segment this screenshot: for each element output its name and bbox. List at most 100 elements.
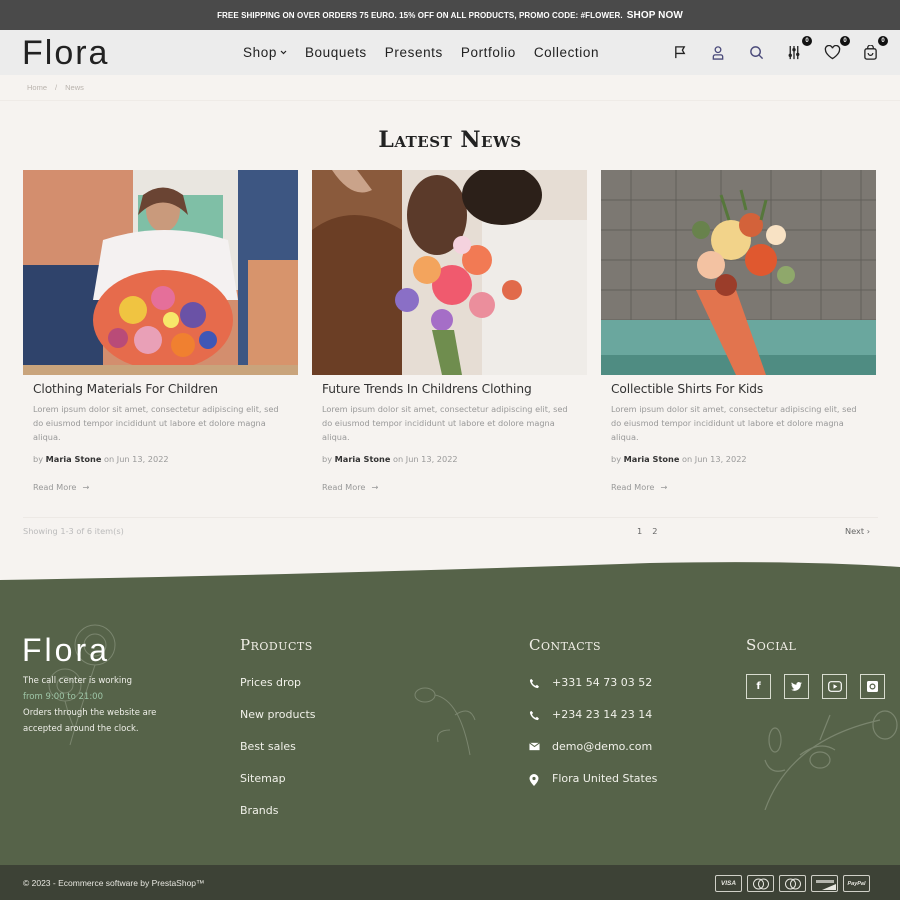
news-excerpt: Lorem ipsum dolor sit amet, consectetur …: [322, 404, 568, 442]
footer-link-prices-drop[interactable]: Prices drop: [240, 676, 301, 689]
footer-wave: [0, 562, 900, 595]
news-meta: by Maria Stone on Jun 13, 2022: [611, 454, 866, 464]
cart-icon: [863, 44, 877, 60]
news-meta: by Maria Stone on Jun 13, 2022: [33, 454, 288, 464]
twitter-button[interactable]: [784, 674, 809, 699]
floral-decoration-icon: [414, 687, 476, 756]
nav-presents[interactable]: Presents: [385, 45, 443, 60]
read-more-label: Read More: [322, 482, 366, 492]
nav-collection[interactable]: Collection: [534, 45, 599, 60]
breadcrumb: Home / News: [0, 75, 900, 101]
news-author: Maria Stone: [45, 454, 102, 464]
facebook-button[interactable]: f: [746, 674, 771, 699]
read-more-link[interactable]: Read More →: [33, 482, 89, 492]
shop-now-link[interactable]: SHOP NOW: [627, 10, 683, 21]
footer-logo[interactable]: Flora: [22, 632, 110, 669]
site-header: Flora Shop Bouquets Presents Portfolio C…: [0, 30, 900, 75]
news-date: on Jun 13, 2022: [681, 454, 747, 464]
footer-link-best-sales[interactable]: Best sales: [240, 740, 296, 753]
discover-icon: [811, 875, 838, 892]
contact-item: +234 23 14 23 14: [529, 708, 657, 740]
mail-icon: [529, 740, 540, 772]
wishlist-button[interactable]: 0: [822, 35, 850, 63]
news-meta: by Maria Stone on Jun 13, 2022: [322, 454, 577, 464]
footer-about: The call center is working from 9:00 to …: [23, 673, 163, 737]
chevron-down-icon: [280, 48, 287, 57]
news-image[interactable]: [23, 170, 298, 375]
copyright-text: © 2023 - Ecommerce software by PrestaSho…: [23, 877, 205, 888]
compare-count-badge: 0: [802, 35, 812, 46]
nav-shop[interactable]: Shop: [243, 45, 287, 60]
contact-email[interactable]: demo@demo.com: [552, 740, 652, 772]
instagram-icon: [867, 681, 878, 692]
promo-message: FREE SHIPPING ON OVER ORDERS 75 EURO. 15…: [217, 10, 623, 20]
about-hours: from 9:00 to 21:00: [23, 692, 104, 702]
news-author: Maria Stone: [623, 454, 680, 464]
news-list: Clothing Materials For Children Lorem ip…: [23, 170, 876, 494]
nav-bouquets[interactable]: Bouquets: [305, 45, 367, 60]
payment-methods: VISA PayPal: [715, 875, 870, 892]
contact-phone-1[interactable]: +331 54 73 03 52: [552, 676, 652, 708]
cart-count-badge: 0: [878, 35, 888, 46]
breadcrumb-current: News: [65, 83, 84, 92]
news-title[interactable]: Future Trends In Childrens Clothing: [322, 382, 577, 396]
news-title[interactable]: Collectible Shirts For Kids: [611, 382, 866, 396]
chevron-right-icon: ›: [866, 526, 870, 536]
pagination: Showing 1-3 of 6 item(s) 1 2 Next ›: [23, 524, 870, 538]
next-page-button[interactable]: Next ›: [845, 526, 870, 536]
footer-link-new-products[interactable]: New products: [240, 708, 316, 721]
products-links: Prices drop New products Best sales Site…: [240, 676, 316, 836]
divider: [23, 517, 878, 518]
social-heading: Social: [746, 636, 797, 654]
user-icon: [712, 46, 724, 60]
breadcrumb-separator: /: [55, 83, 58, 92]
page-link-2[interactable]: 2: [652, 526, 657, 536]
youtube-button[interactable]: [822, 674, 847, 699]
breadcrumb-home[interactable]: Home: [27, 83, 47, 92]
news-image[interactable]: [312, 170, 587, 375]
site-footer: Flora The call center is working from 9:…: [0, 590, 900, 865]
location-icon: [529, 772, 540, 804]
compare-button[interactable]: 0: [784, 35, 812, 63]
news-image[interactable]: [601, 170, 876, 375]
page-title: Latest News: [378, 127, 522, 153]
read-more-link[interactable]: Read More →: [322, 482, 378, 492]
news-date: on Jun 13, 2022: [103, 454, 169, 464]
news-excerpt: Lorem ipsum dolor sit amet, consectetur …: [33, 404, 279, 442]
cart-button[interactable]: 0: [860, 35, 888, 63]
visa-icon: VISA: [715, 875, 742, 892]
page-link-1[interactable]: 1: [637, 526, 642, 536]
read-more-link[interactable]: Read More →: [611, 482, 667, 492]
news-excerpt: Lorem ipsum dolor sit amet, consectetur …: [611, 404, 857, 442]
page-links: 1 2: [637, 526, 657, 536]
site-logo[interactable]: Flora: [22, 36, 109, 70]
twitter-icon: [791, 682, 802, 691]
heart-icon: [824, 45, 840, 60]
footer-link-brands[interactable]: Brands: [240, 804, 279, 817]
main-nav: Shop Bouquets Presents Portfolio Collect…: [243, 30, 599, 75]
promo-bar: FREE SHIPPING ON OVER ORDERS 75 EURO. 15…: [0, 0, 900, 30]
phone-icon: [529, 708, 540, 740]
about-line: Orders through the website are accepted …: [23, 708, 157, 734]
mastercard-icon: [747, 875, 774, 892]
news-card: Collectible Shirts For Kids Lorem ipsum …: [601, 170, 876, 494]
header-icons: 0 0 0: [670, 30, 888, 75]
nav-portfolio[interactable]: Portfolio: [461, 45, 516, 60]
search-button[interactable]: [746, 43, 766, 63]
compare-icon: [788, 45, 800, 60]
news-title[interactable]: Clothing Materials For Children: [33, 382, 288, 396]
contact-phone-2[interactable]: +234 23 14 23 14: [552, 708, 652, 740]
social-links: f: [746, 674, 885, 699]
language-button[interactable]: [670, 43, 690, 63]
contact-item: demo@demo.com: [529, 740, 657, 772]
news-card-body: Collectible Shirts For Kids Lorem ipsum …: [601, 375, 876, 494]
account-button[interactable]: [708, 43, 728, 63]
products-heading: Products: [240, 636, 313, 654]
meta-by: by: [322, 454, 333, 464]
youtube-icon: [827, 681, 842, 692]
instagram-button[interactable]: [860, 674, 885, 699]
footer-link-sitemap[interactable]: Sitemap: [240, 772, 286, 785]
pagination-summary: Showing 1-3 of 6 item(s): [23, 526, 124, 536]
next-label: Next: [845, 526, 865, 536]
news-card-body: Clothing Materials For Children Lorem ip…: [23, 375, 298, 494]
